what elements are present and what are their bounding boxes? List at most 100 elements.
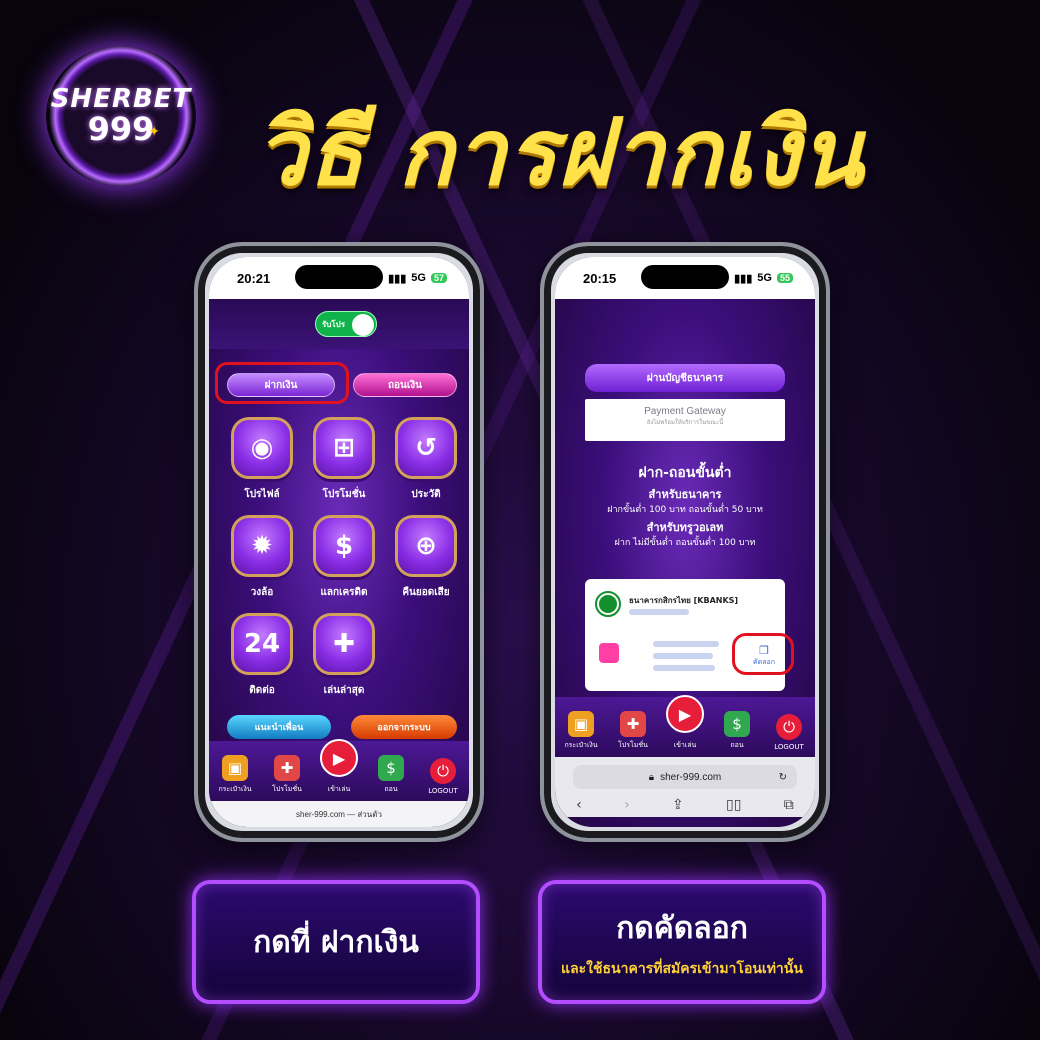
wheel-icon: ✹ (251, 531, 273, 561)
bank-transfer-tab[interactable]: ผ่านบัญชีธนาคาร (585, 364, 785, 392)
nav-promotion[interactable]: ✚ โปรโมชั่น (608, 711, 658, 751)
phone-right-screen: 20:15 ▮▮▮ 5G 55 ผ่านบัญชีธนาคาร Payment … (555, 257, 815, 827)
caption-right: กดคัดลอก และใช้ธนาคารที่สมัครเข้ามาโอนเท… (538, 880, 826, 1004)
gamepad-icon: ✚ (333, 629, 355, 659)
money-icon: $ (378, 755, 404, 781)
caption-left-text: กดที่ ฝากเงิน (253, 924, 419, 960)
status-icons: ▮▮▮ 5G 57 (388, 272, 447, 285)
nav-withdraw[interactable]: $ ถอน (366, 755, 416, 795)
logo-number: 999 (87, 110, 155, 148)
signal-icon: ▮▮▮ (734, 272, 753, 285)
nav-withdraw[interactable]: $ ถอน (712, 711, 762, 751)
sparkle-icon: ✦ (148, 124, 160, 140)
signal-icon: ▮▮▮ (388, 272, 407, 285)
tabs-icon[interactable]: ⧉ (784, 797, 794, 813)
status-time: 20:21 (237, 270, 271, 286)
phone-left-screen: 20:21 ▮▮▮ 5G 57 รับโปร ฝากเงิน ถอนเงิน ◉… (209, 257, 469, 827)
account-info-blurred (653, 653, 713, 659)
phone-right: 20:15 ▮▮▮ 5G 55 ผ่านบัญชีธนาคาร Payment … (540, 242, 830, 842)
toggle-knob (352, 314, 374, 336)
withdraw-button[interactable]: ถอนเงิน (353, 373, 457, 397)
status-bar: 20:15 ▮▮▮ 5G 55 (555, 257, 815, 299)
wallet-heading: สำหรับทรูวอเลท (646, 521, 724, 534)
account-info-blurred (653, 641, 719, 647)
app-area: ผ่านบัญชีธนาคาร Payment Gateway ยังไม่พร… (555, 299, 815, 827)
dynamic-island (641, 265, 729, 289)
safari-toolbar: ‹ › ⇪ ▯▯ ⧉ (555, 793, 815, 817)
menu-tile-history[interactable]: ↺ (395, 417, 457, 479)
dynamic-island (295, 265, 383, 289)
reload-icon[interactable]: ↻ (779, 772, 787, 783)
battery-icon: 57 (430, 273, 447, 283)
app-area: รับโปร ฝากเงิน ถอนเงิน ◉ โปรไฟล์ ⊞ โปรโมชั่… (209, 299, 469, 827)
menu-tile-label: ติดต่อ (249, 685, 275, 696)
menu-tile-label: ประวัติ (411, 489, 441, 500)
network-label: 5G (757, 272, 772, 284)
forward-icon[interactable]: › (624, 797, 630, 813)
wallet-icon: ▣ (222, 755, 248, 781)
network-label: 5G (411, 272, 426, 284)
money-icon: $ (724, 711, 750, 737)
menu-tile-dollar[interactable]: $ (313, 515, 375, 577)
account-name-blurred (629, 609, 689, 615)
status-time: 20:15 (583, 270, 617, 286)
status-bar: 20:21 ▮▮▮ 5G 57 (209, 257, 469, 299)
kbank-logo (595, 591, 621, 617)
bank-name: ธนาคารกสิกรไทย [KBANKS] (629, 596, 739, 605)
deposit-highlight (215, 362, 349, 404)
referral-button[interactable]: แนะนำเพื่อน (227, 715, 331, 739)
promo-toggle[interactable]: รับโปร (315, 311, 377, 337)
menu-tile-label: แลกเครดิต (320, 587, 368, 598)
bank-heading: สำหรับธนาคาร (648, 488, 722, 501)
nav-wallet[interactable]: ▣ กระเป๋าเงิน (556, 711, 606, 751)
caption-left: กดที่ ฝากเงิน (192, 880, 480, 1004)
nav-play[interactable]: ▶ เข้าเล่น (660, 695, 710, 751)
menu-tile-support-24[interactable]: 24 (231, 613, 293, 675)
menu-tile-label: โปรไฟล์ (244, 489, 280, 500)
menu-tile-gamepad[interactable]: ✚ (313, 613, 375, 675)
menu-tile-wheel[interactable]: ✹ (231, 515, 293, 577)
bank-account-card: ธนาคารกสิกรไทย [KBANKS] ❐ คัดลอก (585, 579, 794, 691)
bookmarks-icon[interactable]: ▯▯ (726, 797, 741, 813)
menu-tile-label: คืนยอดเสีย (402, 587, 450, 598)
copy-highlight (732, 633, 794, 675)
menu-tile-cashback[interactable]: ⊕ (395, 515, 457, 577)
basket-icon: ⊞ (333, 433, 355, 463)
url-text: sher-999.com (660, 771, 722, 783)
power-icon: ⏻ (430, 758, 456, 784)
bottom-nav: ▣ กระเป๋าเงิน ✚ โปรโมชั่น ▶ เข้าเล่น $ ถอน ⏻… (209, 739, 469, 801)
nav-wallet[interactable]: ▣ กระเป๋าเงิน (210, 755, 260, 795)
lock-icon: 🔒︎ (648, 771, 655, 783)
nav-play[interactable]: ▶ เข้าเล่น (314, 739, 364, 795)
logout-button-large[interactable]: ออกจากระบบ (351, 715, 457, 739)
min-title: ฝาก-ถอนขั้นต่ำ (638, 465, 732, 481)
battery-icon: 55 (776, 273, 793, 283)
menu-tile-profile[interactable]: ◉ (231, 417, 293, 479)
promptpay-icon (599, 643, 619, 663)
account-number-blurred (653, 665, 715, 671)
cashback-icon: ⊕ (415, 531, 437, 561)
promo-toggle-label: รับโปร (322, 319, 346, 329)
gift-icon: ✚ (274, 755, 300, 781)
play-icon: ▶ (666, 695, 704, 733)
bottom-nav: ▣ กระเป๋าเงิน ✚ โปรโมชั่น ▶ เข้าเล่น $ ถอน ⏻… (555, 695, 815, 757)
profile-icon: ◉ (250, 433, 274, 463)
play-icon: ▶ (320, 739, 358, 777)
nav-logout[interactable]: ⏻ LOGOUT (418, 758, 468, 795)
bank-min: ฝากขั้นต่ำ 100 บาท ถอนขั้นต่ำ 50 บาท (607, 505, 763, 515)
menu-tile-basket[interactable]: ⊞ (313, 417, 375, 479)
url-field[interactable]: 🔒︎ sher-999.com ↻ (573, 765, 797, 789)
nav-logout[interactable]: ⏻ LOGOUT (764, 714, 814, 751)
dollar-icon: $ (334, 531, 354, 561)
wallet-min: ฝาก ไม่มีขั้นต่ำ ถอนขั้นต่ำ 100 บาท (614, 538, 756, 548)
sherbet-logo: SHERBET 999 ✦ (46, 46, 196, 186)
payment-gateway-box[interactable]: Payment Gateway ยังไม่พร้อมให้บริการในขณ… (585, 399, 785, 441)
url-bar[interactable]: sher-999.com — ส่วนตัว (209, 801, 469, 827)
gift-icon: ✚ (620, 711, 646, 737)
status-icons: ▮▮▮ 5G 55 (734, 272, 793, 285)
history-icon: ↺ (415, 433, 437, 463)
nav-promotion[interactable]: ✚ โปรโมชั่น (262, 755, 312, 795)
share-icon[interactable]: ⇪ (672, 797, 684, 813)
back-icon[interactable]: ‹ (576, 797, 582, 813)
menu-tile-label: โปรโมชั่น (322, 489, 366, 500)
